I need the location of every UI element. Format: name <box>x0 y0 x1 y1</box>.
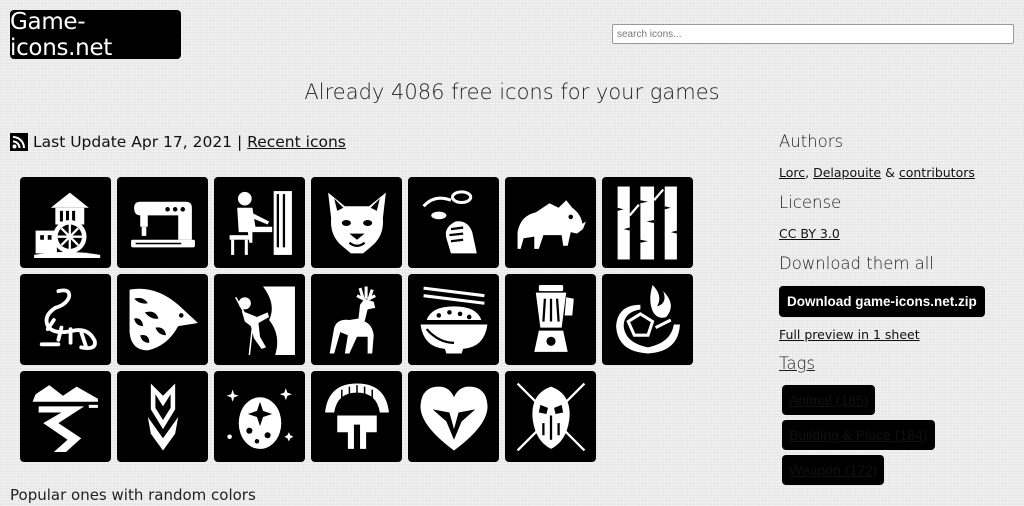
star-egg-icon[interactable] <box>214 371 305 462</box>
author-lorc-link[interactable]: Lorc <box>779 165 805 180</box>
deer-icon[interactable] <box>311 274 402 365</box>
last-update-text: Last Update Apr 17, 2021 | <box>33 133 243 151</box>
sewing-machine-icon[interactable] <box>117 177 208 268</box>
tags-title[interactable]: Tags <box>779 354 1019 373</box>
recent-icons-link[interactable]: Recent icons <box>247 133 346 151</box>
tag-weapon[interactable]: Weapon (172) <box>782 455 885 485</box>
pangolin-icon[interactable] <box>117 274 208 365</box>
license-link[interactable]: CC BY 3.0 <box>779 226 840 241</box>
full-preview-link[interactable]: Full preview in 1 sheet <box>779 327 920 342</box>
authors-ampersand: & <box>885 165 895 180</box>
authors-title: Authors <box>779 132 844 151</box>
download-zip-button[interactable]: Download game-icons.net.zip <box>779 286 985 317</box>
heart-mask-icon[interactable] <box>408 371 499 462</box>
blender-icon[interactable] <box>505 274 596 365</box>
author-delapouite-link[interactable]: Delapouite <box>813 165 881 180</box>
license-line: CC BY 3.0 <box>779 226 1019 241</box>
mountain-climbing-icon[interactable] <box>214 274 305 365</box>
river-icon[interactable] <box>20 371 111 462</box>
hyena-head-icon[interactable] <box>311 177 402 268</box>
pianist-icon[interactable] <box>214 177 305 268</box>
last-update: Last Update Apr 17, 2021 | Recent icons <box>10 131 346 153</box>
authors-separator: , <box>805 165 810 180</box>
popular-heading: Popular ones with random colors <box>10 486 256 504</box>
dinosaur-bones-icon[interactable] <box>20 274 111 365</box>
crystal-eruption-icon[interactable] <box>117 371 208 462</box>
centurion-helmet-icon[interactable] <box>311 371 402 462</box>
authors-line: Lorc, Delapouite & contributors <box>779 165 1019 180</box>
sidebar: Authors Lorc, Delapouite & contributors … <box>779 132 1019 485</box>
search-input[interactable] <box>612 24 1014 44</box>
fire-gem-icon[interactable] <box>602 274 693 365</box>
rss-icon[interactable] <box>10 133 28 151</box>
tribal-shield-icon[interactable] <box>505 371 596 462</box>
license-title: License <box>779 193 842 212</box>
download-title: Download them all <box>779 254 934 273</box>
rice-bowl-icon[interactable] <box>408 274 499 365</box>
coin-flip-icon[interactable] <box>408 177 499 268</box>
page-headline: Already 4086 free icons for your games <box>304 80 720 104</box>
tag-animal[interactable]: Animal (185) <box>782 385 876 415</box>
birch-trees-icon[interactable] <box>602 177 693 268</box>
water-mill-icon[interactable] <box>20 177 111 268</box>
contributors-link[interactable]: contributors <box>899 165 975 180</box>
tag-building-place[interactable]: Building & Place (184) <box>782 420 935 450</box>
site-logo[interactable]: Game-icons.net <box>10 9 181 61</box>
icon-grid <box>20 177 693 462</box>
boar-icon[interactable] <box>505 177 596 268</box>
